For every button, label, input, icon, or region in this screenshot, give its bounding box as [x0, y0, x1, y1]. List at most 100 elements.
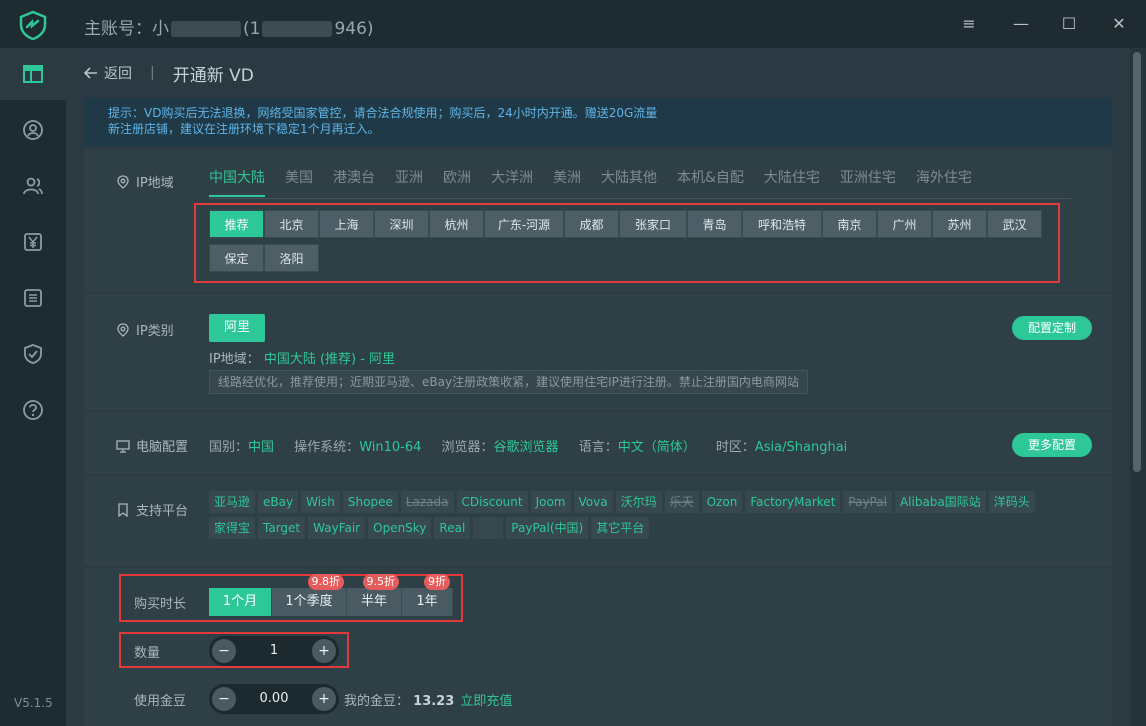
sidebar-item-team[interactable]: [0, 160, 66, 212]
platform-tag: OpenSky: [368, 517, 432, 539]
help-icon: [23, 400, 43, 420]
language-value: 中文（简体）: [617, 440, 696, 455]
platform-tag: FactoryMarket: [745, 491, 841, 513]
city-option[interactable]: 广州: [877, 210, 932, 238]
maximize-icon[interactable]: ☐: [1058, 13, 1080, 35]
region-tab[interactable]: 大洋洲: [491, 168, 533, 197]
ip-type-panel: IP类别 阿里 IP地域： 中国大陆 (推荐) - 阿里 线路经优化，推荐使用；…: [84, 294, 1112, 410]
region-tab[interactable]: 美洲: [553, 168, 581, 197]
discount-badge: 9折: [424, 574, 450, 590]
quantity-decrement-button[interactable]: −: [212, 639, 236, 663]
region-tab[interactable]: 海外住宅: [916, 168, 972, 197]
ip-type-label: IP类别: [116, 320, 174, 339]
city-option[interactable]: 上海: [319, 210, 374, 238]
sidebar-item-help[interactable]: [0, 384, 66, 436]
recharge-link[interactable]: 立即充值: [460, 694, 512, 709]
city-option[interactable]: 洛阳: [264, 244, 319, 272]
ip-region-summary-label: IP地域：: [209, 352, 260, 367]
city-option[interactable]: 推荐: [209, 210, 264, 238]
browser-key: 浏览器：: [441, 440, 494, 455]
minimize-icon[interactable]: —: [1010, 13, 1032, 35]
list-icon: [24, 289, 42, 307]
quantity-stepper: − 1 +: [209, 636, 339, 666]
platform-tag: 亚马逊: [209, 491, 256, 513]
platform-tag: CDiscount: [456, 491, 528, 513]
city-option[interactable]: 青岛: [687, 210, 742, 238]
beans-label: 使用金豆: [134, 694, 187, 709]
my-beans-label: 我的金豆：: [344, 694, 410, 709]
sidebar-item-security[interactable]: [0, 328, 66, 380]
version-label: V5.1.5: [14, 696, 53, 710]
duration-option[interactable]: 1个月: [209, 588, 272, 616]
menu-icon[interactable]: ≡: [958, 13, 980, 35]
city-option[interactable]: 杭州: [429, 210, 484, 238]
city-option[interactable]: 呼和浩特: [742, 210, 822, 238]
back-button[interactable]: 返回: [84, 63, 132, 83]
shield-check-icon: [24, 344, 42, 364]
ip-region-summary: IP地域： 中国大陆 (推荐) - 阿里: [209, 348, 395, 367]
region-tab[interactable]: 本机&自配: [677, 168, 744, 197]
platform-row: 家得宝 Target WayFair OpenSky Real PayPal(中国) 其它平…: [209, 517, 1049, 539]
notice-line-2: 新注册店铺，建议在注册环境下稳定1个月再迁入。: [108, 122, 380, 136]
region-tab[interactable]: 大陆住宅: [764, 168, 820, 197]
sidebar: V5.1.5: [0, 48, 66, 726]
browser-value: 谷歌浏览器: [493, 440, 559, 455]
region-tab[interactable]: 亚洲住宅: [840, 168, 896, 197]
region-tab[interactable]: 亚洲: [395, 168, 423, 197]
duration-option[interactable]: 半年 9.5折: [347, 574, 402, 616]
custom-config-button[interactable]: 配置定制: [1012, 316, 1092, 340]
os-value: Win10-64: [359, 440, 422, 455]
user-circle-icon: [23, 120, 43, 140]
city-option[interactable]: 保定: [209, 244, 264, 272]
beans-increment-button[interactable]: +: [312, 687, 336, 711]
beans-decrement-button[interactable]: −: [212, 687, 236, 711]
sidebar-item-account[interactable]: [0, 104, 66, 156]
city-grid: 推荐 北京 上海 深圳 杭州 广东-河源 成都 张家口 青岛 呼和浩特 南京 广州 苏州 武汉 保定 洛阳: [209, 210, 1049, 272]
ip-type-option-ali[interactable]: 阿里: [209, 314, 265, 342]
more-config-button[interactable]: 更多配置: [1012, 433, 1092, 457]
notice-line-1: 提示：VD购买后无法退换，网络受国家管控，请合法合规使用；购买后，24小时内开通…: [108, 106, 658, 120]
city-option[interactable]: 苏州: [932, 210, 987, 238]
sidebar-item-billing[interactable]: [0, 216, 66, 268]
back-label: 返回: [104, 66, 132, 82]
platform-tag: 其它平台: [591, 517, 650, 539]
scrollbar[interactable]: [1130, 48, 1146, 726]
quantity-label: 数量: [134, 646, 161, 661]
city-option[interactable]: 南京: [822, 210, 877, 238]
city-option[interactable]: 张家口: [619, 210, 687, 238]
city-option[interactable]: 广东-河源: [484, 210, 564, 238]
city-option[interactable]: 深圳: [374, 210, 429, 238]
my-beans-value: 13.23: [413, 694, 455, 709]
layout-icon: [23, 65, 43, 83]
monitor-icon: [116, 439, 130, 453]
duration-option[interactable]: 1个季度 9.8折: [272, 574, 347, 616]
platform-tag: 乐天: [664, 491, 699, 513]
duration-option-label: 1年: [416, 594, 438, 609]
region-tab[interactable]: 美国: [285, 168, 313, 197]
ip-type-hint: 线路经优化，推荐使用；近期亚马逊、eBay注册政策收紧，建议使用住宅IP进行注册…: [209, 370, 808, 394]
sidebar-item-orders[interactable]: [0, 272, 66, 324]
platform-tag: Ozon: [701, 491, 743, 513]
platforms-label: 支持平台: [116, 500, 188, 519]
masked-text: [262, 21, 333, 37]
city-option[interactable]: 武汉: [987, 210, 1042, 238]
scrollbar-thumb[interactable]: [1133, 52, 1141, 472]
sidebar-item-vd[interactable]: [0, 48, 66, 100]
city-option[interactable]: 北京: [264, 210, 319, 238]
quantity-value[interactable]: 1: [243, 636, 305, 666]
region-tab[interactable]: 欧洲: [443, 168, 471, 197]
city-option[interactable]: 成都: [564, 210, 619, 238]
region-tab[interactable]: 中国大陆: [209, 168, 265, 197]
region-tab[interactable]: 大陆其他: [601, 168, 657, 197]
platform-tag: Lazada: [400, 491, 454, 513]
quantity-increment-button[interactable]: +: [312, 639, 336, 663]
pc-config-values: 国别：中国 操作系统：Win10-64 浏览器：谷歌浏览器 语言：中文（简体） …: [209, 436, 863, 455]
account-suffix: 946): [334, 19, 374, 39]
beans-stepper: − 0.00 +: [209, 684, 339, 714]
beans-value[interactable]: 0.00: [243, 684, 305, 714]
duration-option[interactable]: 1年 9折: [402, 574, 453, 616]
arrow-left-icon: [84, 67, 97, 79]
city-row: 保定 洛阳: [209, 244, 1049, 272]
region-tab[interactable]: 港澳台: [333, 168, 375, 197]
close-icon[interactable]: ✕: [1108, 13, 1130, 35]
